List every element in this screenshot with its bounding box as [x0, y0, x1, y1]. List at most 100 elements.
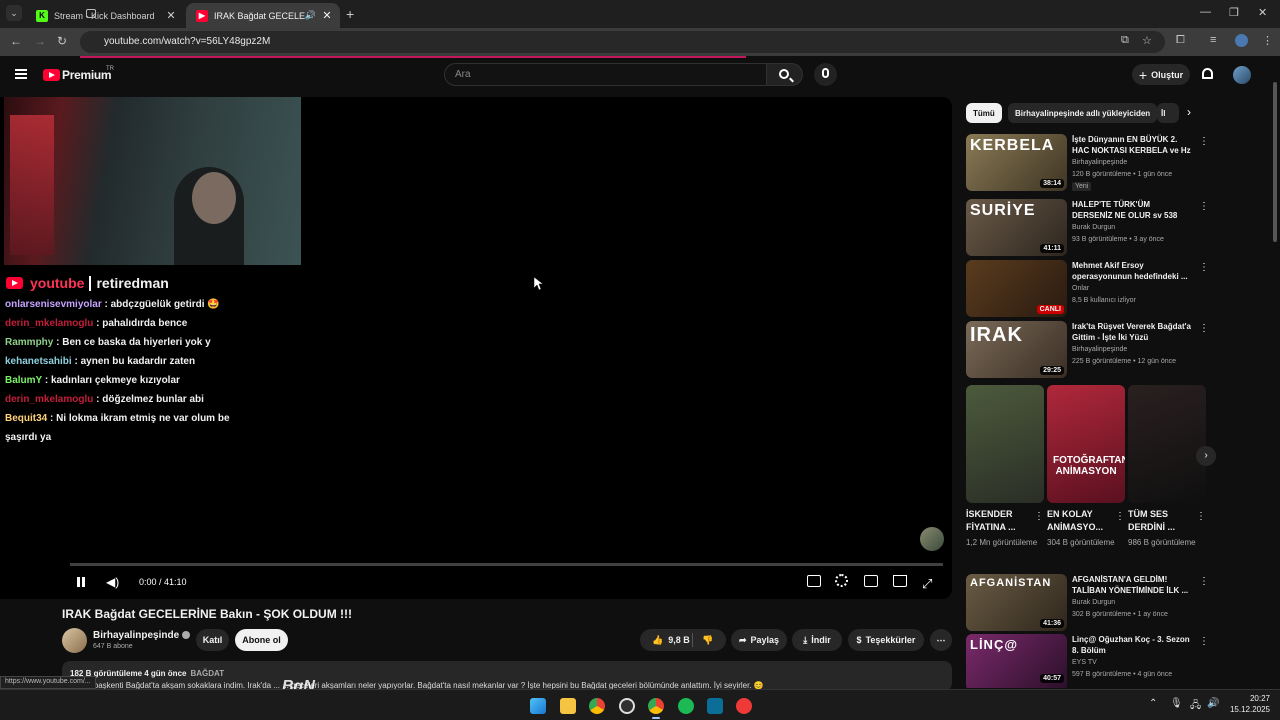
short-title[interactable]: EN KOLAY ANİMASYO...	[1047, 508, 1125, 534]
logo-text[interactable]: Premium	[62, 68, 112, 82]
channel-name[interactable]: Birhayalinpeşinde	[93, 630, 191, 641]
video-thumbnail[interactable]: AFGANİSTAN 41:36	[966, 574, 1067, 631]
channel-name-text[interactable]: Birhayalinpeşinde	[93, 630, 179, 641]
video-title[interactable]: AFGANİSTAN'A GELDİM! TALİBAN YÖNETİMİNDE…	[1072, 574, 1192, 596]
search-input[interactable]	[445, 64, 745, 85]
more-options-icon[interactable]: ⋮	[1199, 323, 1209, 334]
extensions-icon[interactable]: ⧠	[1176, 34, 1185, 47]
theater-mode-icon[interactable]	[864, 575, 878, 587]
tab-kick-dashboard[interactable]: K Stream - Kick Dashboard ✕	[26, 3, 184, 28]
more-options-icon[interactable]: ⋮	[1199, 201, 1209, 212]
app-icon[interactable]	[707, 698, 723, 714]
video-progress-bar[interactable]	[70, 563, 943, 566]
chip-all[interactable]: Tümü	[966, 103, 1002, 123]
short-thumbnail[interactable]	[966, 385, 1044, 503]
tray-chevron-icon[interactable]: ⌃	[1149, 698, 1157, 709]
account-avatar[interactable]	[1233, 66, 1251, 84]
share-button[interactable]: ➦ Paylaş	[731, 629, 787, 651]
thumbs-down-icon[interactable]: 👎	[702, 635, 713, 646]
bookmark-star-icon[interactable]: ☆	[1142, 34, 1152, 47]
hashtag[interactable]: BAĞDAT	[190, 669, 224, 678]
tray-volume-icon[interactable]: 🔊	[1207, 698, 1219, 709]
create-button[interactable]: + Oluştur	[1132, 64, 1190, 85]
forward-icon[interactable]: →	[34, 34, 46, 48]
recommended-video[interactable]: KERBELA 38:14 İşte Dünyanın EN BÜYÜK 2. …	[966, 134, 1209, 192]
cast-icon[interactable]	[893, 575, 907, 587]
spotify-icon[interactable]	[678, 698, 694, 714]
youtube-logo-icon[interactable]	[43, 69, 60, 81]
recommended-video[interactable]: LİNÇ@ 40:57 Linç@ Oğuzhan Koç - 3. Sezon…	[966, 634, 1206, 688]
short-item[interactable]: İSKENDER FİYATINA ... 1,2 Mn görüntüleme…	[966, 385, 1044, 549]
file-explorer-icon[interactable]	[560, 698, 576, 714]
recommended-video[interactable]: IRAK 29:25 Irak'ta Rüşvet Vererek Bağdat…	[966, 321, 1209, 379]
video-title[interactable]: Irak'ta Rüşvet Vererek Bağdat'a Gittim -…	[1072, 321, 1192, 343]
short-title[interactable]: TÜM SES DERDİNİ ...	[1128, 508, 1206, 534]
audio-playing-icon[interactable]: 🔊	[305, 10, 316, 21]
recommended-video[interactable]: CANLI Mehmet Akif Ersoy operasyonunun he…	[966, 260, 1209, 318]
video-thumbnail[interactable]: LİNÇ@ 40:57	[966, 634, 1067, 688]
chrome-icon[interactable]	[589, 698, 605, 714]
more-actions-button[interactable]: ⋯	[930, 629, 952, 651]
channel-name[interactable]: Birhayalinpeşinde	[1072, 346, 1127, 353]
back-icon[interactable]: ←	[10, 34, 22, 48]
channel-name[interactable]: Burak Durgun	[1072, 599, 1115, 606]
short-item[interactable]: FOTOĞRAFTAN ANİMASYON EN KOLAY ANİMASYO.…	[1047, 385, 1125, 549]
subscribe-button[interactable]: Abone ol	[235, 629, 288, 651]
channel-name[interactable]: EYS TV	[1072, 659, 1097, 666]
tab-youtube-video[interactable]: ▶ IRAK Bağdat GECELERİNE B 🔊 ✕	[186, 3, 340, 28]
short-thumbnail[interactable]: FOTOĞRAFTAN ANİMASYON	[1047, 385, 1125, 503]
more-options-icon[interactable]: ⋮	[1199, 136, 1209, 147]
recommended-video[interactable]: SURİYE 41:11 HALEP'TE TÜRK'ÜM DERSENİZ N…	[966, 199, 1209, 257]
url-text[interactable]: youtube.com/watch?v=56LY48gpz2M	[104, 36, 270, 47]
more-options-icon[interactable]: ⋮	[1199, 636, 1206, 647]
volume-icon[interactable]: ◀)	[106, 575, 119, 589]
download-button[interactable]: ⤓ İndir	[792, 629, 842, 651]
profile-icon[interactable]	[1235, 34, 1248, 47]
notifications-bell-icon[interactable]	[1202, 68, 1213, 79]
scrollbar-thumb[interactable]	[1273, 82, 1277, 242]
thanks-button[interactable]: $ Teşekkürler	[848, 629, 924, 651]
minimize-icon[interactable]: —	[1200, 6, 1211, 18]
page-scrollbar[interactable]	[1272, 62, 1278, 687]
like-button[interactable]: 👍 9,8 B 👎	[640, 629, 726, 651]
reload-icon[interactable]: ↻	[57, 34, 67, 48]
chrome-active-icon[interactable]	[648, 698, 664, 714]
more-options-icon[interactable]: ⋮	[1115, 511, 1125, 522]
fullscreen-icon[interactable]: ⤢	[922, 576, 932, 592]
video-thumbnail[interactable]: CANLI	[966, 260, 1067, 317]
restore-icon[interactable]: ❐	[1229, 6, 1239, 19]
video-title[interactable]: Mehmet Akif Ersoy operasyonunun hedefind…	[1072, 260, 1192, 282]
description-box[interactable]: 182 B görüntüleme 4 gün önce BAĞDAT Irak'…	[62, 661, 952, 691]
more-options-icon[interactable]: ⋮	[1196, 511, 1206, 522]
video-title[interactable]: İşte Dünyanın EN BÜYÜK 2. HAC NOKTASI KE…	[1072, 134, 1192, 157]
close-window-icon[interactable]: ✕	[1258, 6, 1267, 19]
close-tab-icon[interactable]: ✕	[164, 9, 178, 22]
channel-avatar[interactable]	[62, 628, 87, 653]
chip-from-uploader[interactable]: Birhayalinpeşinde adlı yükleyiciden	[1008, 103, 1158, 123]
short-title[interactable]: İSKENDER FİYATINA ...	[966, 508, 1044, 534]
video-thumbnail[interactable]: SURİYE 41:11	[966, 199, 1067, 256]
shorts-next-arrow-icon[interactable]: ›	[1196, 446, 1216, 466]
video-thumbnail[interactable]: IRAK 29:25	[966, 321, 1067, 378]
video-title[interactable]: Linç@ Oğuzhan Koç - 3. Sezon 8. Bölüm	[1072, 634, 1192, 656]
menu-icon[interactable]	[15, 69, 27, 79]
short-item[interactable]: TÜM SES DERDİNİ ... 986 B görüntüleme ⋮	[1128, 385, 1206, 549]
more-options-icon[interactable]: ⋮	[1034, 511, 1044, 522]
channel-watermark-avatar[interactable]	[920, 527, 944, 551]
vivaldi-icon[interactable]	[736, 698, 752, 714]
video-player[interactable]: youtube retiredman onlarsenisevmiyolar :…	[0, 97, 952, 599]
more-options-icon[interactable]: ⋮	[1199, 576, 1209, 587]
obs-icon[interactable]	[619, 698, 635, 714]
chevron-right-icon[interactable]: ›	[1187, 105, 1191, 119]
browser-menu-icon[interactable]: ⋮	[1262, 34, 1273, 47]
channel-name[interactable]: Burak Durgun	[1072, 224, 1115, 231]
video-title[interactable]: HALEP'TE TÜRK'ÜM DERSENİZ NE OLUR sv 538	[1072, 199, 1192, 221]
tray-network-icon[interactable]: 🖧	[1190, 698, 1201, 715]
taskbar-clock[interactable]: 20:27 15.12.2025	[1226, 693, 1270, 715]
chip-related[interactable]: İl	[1157, 103, 1179, 123]
voice-search-button[interactable]	[814, 63, 837, 86]
recommended-video[interactable]: AFGANİSTAN 41:36 AFGANİSTAN'A GELDİM! TA…	[966, 574, 1209, 632]
tray-microphone-icon[interactable]: 🎙	[1170, 698, 1183, 709]
short-thumbnail[interactable]	[1128, 385, 1206, 503]
join-button[interactable]: Katıl	[196, 629, 229, 651]
